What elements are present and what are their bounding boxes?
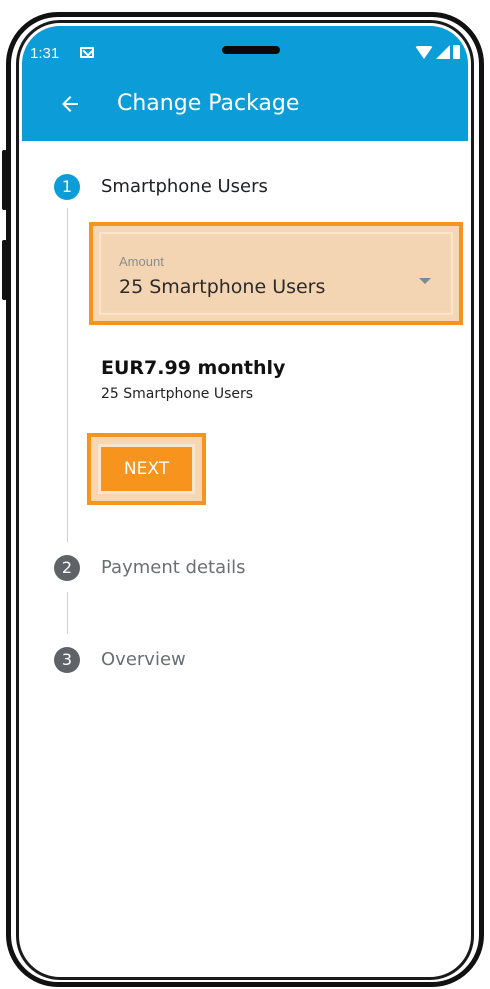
next-button[interactable]: NEXT xyxy=(101,447,192,491)
step-3-label[interactable]: Overview xyxy=(101,649,186,670)
step-3-indicator: 3 xyxy=(54,647,80,673)
next-button-highlight: NEXT xyxy=(87,433,206,505)
status-icons xyxy=(415,45,460,59)
page-title: Change Package xyxy=(117,91,300,116)
price-subtitle: 25 Smartphone Users xyxy=(101,386,254,402)
step-1-indicator: 1 xyxy=(54,174,80,200)
step-connector-1 xyxy=(67,208,68,542)
phone-screen: 1:31 Change Package 1 Smartphone Users A xyxy=(22,26,468,976)
signal-icon xyxy=(436,45,450,59)
status-bar: 1:31 xyxy=(22,26,468,70)
arrow-left-icon[interactable] xyxy=(58,92,82,116)
page: 1:31 Change Package 1 Smartphone Users A xyxy=(0,0,490,989)
status-time: 1:31 xyxy=(30,45,60,62)
step-1-label[interactable]: Smartphone Users xyxy=(101,176,268,197)
amount-dropdown[interactable]: Amount 25 Smartphone Users xyxy=(89,222,463,325)
amount-value: 25 Smartphone Users xyxy=(119,276,326,298)
step-connector-2 xyxy=(67,592,68,634)
caret-down-icon[interactable] xyxy=(419,278,431,284)
camera-notch xyxy=(222,46,280,54)
step-2-label[interactable]: Payment details xyxy=(101,557,246,578)
app-bar: Change Package xyxy=(22,70,468,141)
mail-icon xyxy=(80,47,94,58)
step-2-indicator: 2 xyxy=(54,555,80,581)
wifi-icon xyxy=(415,45,433,59)
amount-field[interactable]: Amount 25 Smartphone Users xyxy=(103,236,449,311)
price-title: EUR7.99 monthly xyxy=(101,357,286,379)
battery-icon xyxy=(453,45,460,59)
amount-label: Amount xyxy=(119,254,164,269)
